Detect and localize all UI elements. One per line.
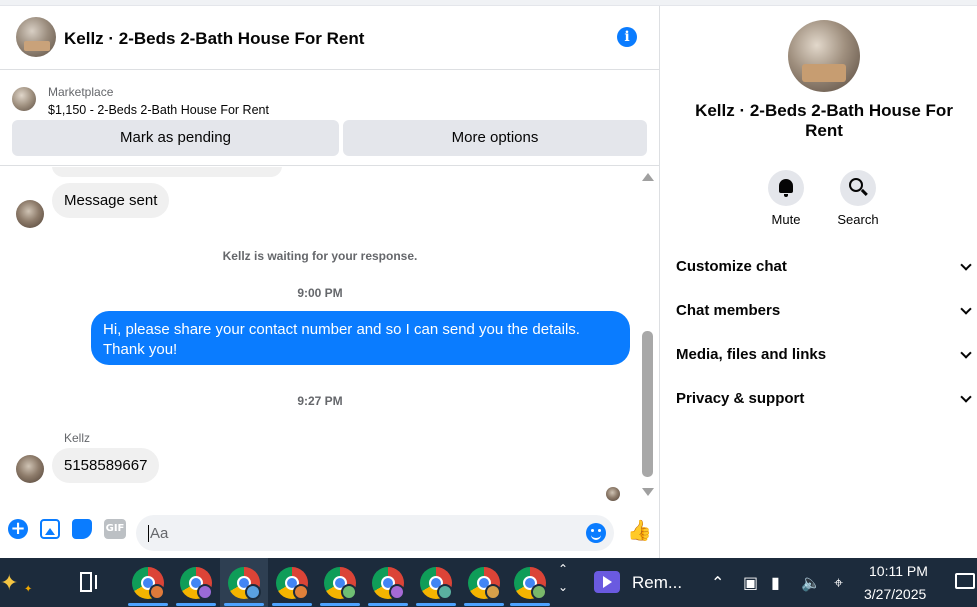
bell-icon[interactable] xyxy=(768,170,804,206)
composer: + GIF Aa 👍 xyxy=(0,508,659,554)
notification-icon[interactable] xyxy=(955,573,975,589)
battery-icon[interactable]: ▮ xyxy=(771,573,780,592)
running-indicator xyxy=(320,603,360,606)
waiting-notice: Kellz is waiting for your response. xyxy=(222,249,418,263)
menu-media-files-links[interactable]: Media, files and links xyxy=(676,346,976,370)
message-bubble-partial xyxy=(52,167,282,177)
photo-icon[interactable] xyxy=(40,519,60,539)
menu-label: Chat members xyxy=(676,302,781,319)
chevron-down-icon xyxy=(960,347,972,359)
emoji-icon[interactable] xyxy=(586,523,606,543)
running-indicator xyxy=(416,603,456,606)
running-indicator xyxy=(272,603,312,606)
mute-label: Mute xyxy=(771,212,801,227)
taskbar-app-label[interactable]: Rem... xyxy=(632,573,682,593)
chat-avatar[interactable] xyxy=(16,17,56,57)
search-button[interactable]: Search xyxy=(828,170,888,227)
listing-thumbnail[interactable] xyxy=(12,87,36,111)
message-list[interactable]: Message sent Kellz is waiting for your r… xyxy=(0,167,659,507)
timestamp: 9:00 PM xyxy=(297,286,343,300)
chevron-down-icon[interactable]: ⌄ xyxy=(558,580,572,594)
menu-chat-members[interactable]: Chat members xyxy=(676,302,976,326)
more-options-button[interactable]: More options xyxy=(343,120,647,156)
scroll-thumb[interactable] xyxy=(642,331,653,477)
scrollbar[interactable] xyxy=(640,167,656,505)
running-indicator xyxy=(224,603,264,606)
chevron-down-icon xyxy=(960,259,972,271)
chrome-icon[interactable] xyxy=(514,567,547,600)
scroll-up-icon[interactable] xyxy=(642,173,654,181)
sender-name: Kellz xyxy=(64,431,91,445)
running-indicator xyxy=(128,603,168,606)
seen-avatar xyxy=(606,487,620,501)
volume-icon[interactable]: 🔈 xyxy=(801,573,821,592)
message-bubble-outgoing: Hi, please share your contact number and… xyxy=(91,311,630,365)
video-app-icon[interactable] xyxy=(594,571,620,593)
timestamp: 9:27 PM xyxy=(297,394,343,408)
message-input[interactable]: Aa xyxy=(136,515,614,551)
chrome-icon[interactable] xyxy=(468,567,501,600)
chevron-up-icon[interactable]: ⌃ xyxy=(711,573,724,592)
menu-label: Customize chat xyxy=(676,258,787,275)
gif-icon[interactable]: GIF xyxy=(104,519,126,539)
profile-title: Kellz · 2-Beds 2-Bath House For Rent xyxy=(695,101,953,140)
taskbar: ✦ ✦ ⌃ ⌄ Rem... ⌃ ▣ ▮ 🔈 ⌖ 10:11 PM 3/27/2… xyxy=(0,558,977,607)
chevron-up-icon[interactable]: ⌃ xyxy=(558,562,572,576)
message-bubble-incoming: 5158589667 xyxy=(52,448,160,483)
search-label: Search xyxy=(837,212,879,227)
profile-avatar[interactable] xyxy=(788,20,860,92)
menu-label: Media, files and links xyxy=(676,346,827,363)
running-indicator xyxy=(176,603,216,606)
chrome-icon[interactable] xyxy=(372,567,405,600)
widgets-icon[interactable]: ✦ ✦ xyxy=(0,566,40,600)
marketplace-label: Marketplace xyxy=(48,85,114,99)
avatar[interactable] xyxy=(16,455,44,483)
running-indicator xyxy=(464,603,504,606)
running-indicator xyxy=(510,603,550,606)
thumbs-up-icon[interactable]: 👍 xyxy=(627,518,652,543)
chrome-icon[interactable] xyxy=(324,567,357,600)
avatar[interactable] xyxy=(16,200,44,228)
search-icon[interactable] xyxy=(840,170,876,206)
message-bubble-incoming: Message sent xyxy=(52,183,170,218)
clock-time[interactable]: 10:11 PM xyxy=(869,563,928,579)
chrome-icon[interactable] xyxy=(228,567,261,600)
chat-header: Kellz · 2-Beds 2-Bath House For Rent i xyxy=(0,6,659,70)
chrome-icon[interactable] xyxy=(132,567,165,600)
scroll-down-icon[interactable] xyxy=(642,488,654,496)
chrome-icon[interactable] xyxy=(276,567,309,600)
menu-customize-chat[interactable]: Customize chat xyxy=(676,258,976,282)
listing-title[interactable]: $1,150 - 2-Beds 2-Bath House For Rent xyxy=(48,103,269,117)
message-input-placeholder: Aa xyxy=(148,525,169,542)
running-indicator xyxy=(368,603,408,606)
camera-icon[interactable]: ▣ xyxy=(743,573,758,592)
chrome-icon[interactable] xyxy=(420,567,453,600)
chat-pane: Kellz · 2-Beds 2-Bath House For Rent i M… xyxy=(0,6,660,558)
task-view-icon[interactable] xyxy=(80,572,100,592)
menu-privacy-support[interactable]: Privacy & support xyxy=(676,390,976,414)
chevron-down-icon xyxy=(960,303,972,315)
taskbar-overflow-arrows[interactable]: ⌃ ⌄ xyxy=(558,562,572,602)
info-icon[interactable]: i xyxy=(617,27,637,47)
plus-icon[interactable]: + xyxy=(8,519,28,539)
wifi-icon[interactable]: ⌖ xyxy=(834,573,843,593)
chat-title[interactable]: Kellz · 2-Beds 2-Bath House For Rent xyxy=(64,29,364,49)
chrome-icon[interactable] xyxy=(180,567,213,600)
marketplace-card: Marketplace $1,150 - 2-Beds 2-Bath House… xyxy=(0,71,659,166)
mute-button[interactable]: Mute xyxy=(756,170,816,227)
chevron-down-icon xyxy=(960,391,972,403)
chat-info-panel: Kellz · 2-Beds 2-Bath House For Rent Mut… xyxy=(661,6,977,558)
mark-as-pending-button[interactable]: Mark as pending xyxy=(12,120,339,156)
sticker-icon[interactable] xyxy=(72,519,92,539)
clock-date[interactable]: 3/27/2025 xyxy=(864,586,926,602)
menu-label: Privacy & support xyxy=(676,390,805,407)
